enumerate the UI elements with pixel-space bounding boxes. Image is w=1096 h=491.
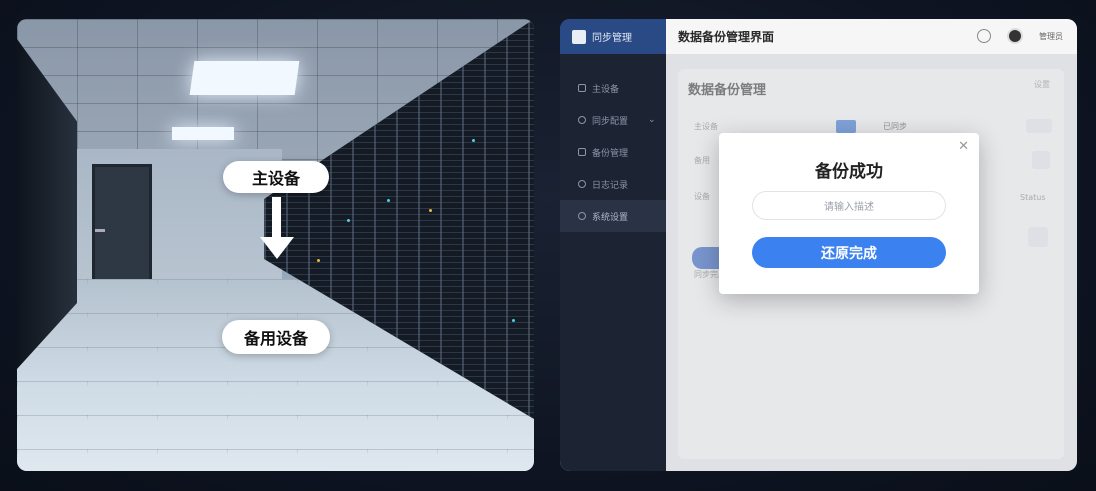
- user-icon[interactable]: [977, 29, 991, 43]
- down-arrow-head: [260, 237, 294, 259]
- sidebar-item-sync[interactable]: 同步配置 ⌄: [560, 104, 666, 136]
- door-handle: [95, 229, 105, 232]
- close-icon[interactable]: ✕: [958, 139, 969, 154]
- sidebar-item-label: 系统设置: [592, 212, 629, 223]
- primary-device-label: 主设备: [223, 161, 329, 193]
- settings-icon: [578, 212, 586, 220]
- sidebar-brand: 同步管理: [560, 19, 666, 54]
- top-bar: 数据备份管理界面 管理员: [666, 19, 1077, 54]
- brand-name: 同步管理: [592, 33, 632, 44]
- status-led-icon: [512, 319, 515, 322]
- user-name[interactable]: 管理员: [1039, 31, 1063, 42]
- door: [92, 164, 152, 282]
- sidebar: 同步管理 主设备 同步配置 ⌄ 备份管理 日志记录 系统设置: [560, 19, 666, 471]
- sidebar-item-logs[interactable]: 日志记录: [560, 168, 666, 200]
- app-window: 同步管理 主设备 同步配置 ⌄ 备份管理 日志记录 系统设置 数据备份管理界面 …: [560, 19, 1077, 471]
- sidebar-item-settings[interactable]: 系统设置: [560, 200, 666, 232]
- dialog-title: 备份成功: [815, 162, 883, 182]
- down-arrow-icon: [272, 197, 281, 239]
- status-led-icon: [472, 139, 475, 142]
- status-led-icon: [317, 259, 320, 262]
- backup-icon: [578, 148, 586, 156]
- sidebar-item-primary-device[interactable]: 主设备: [560, 72, 666, 104]
- success-dialog: ✕ 备份成功 请输入描述 还原完成: [719, 133, 979, 294]
- backup-device-label: 备用设备: [222, 320, 330, 354]
- logo-icon: [572, 29, 586, 44]
- chevron-down-icon: ⌄: [648, 115, 656, 125]
- log-icon: [578, 180, 586, 188]
- page-title: 数据备份管理界面: [678, 30, 775, 44]
- description-input[interactable]: 请输入描述: [752, 191, 946, 220]
- ceiling-light: [172, 127, 234, 140]
- status-led-icon: [347, 219, 350, 222]
- restore-complete-button[interactable]: 还原完成: [752, 237, 946, 268]
- sidebar-item-label: 同步配置: [592, 116, 629, 127]
- sync-icon: [578, 116, 586, 124]
- sidebar-item-backup[interactable]: 备份管理: [560, 136, 666, 168]
- server-room-photo: 主设备 备用设备: [17, 19, 534, 471]
- server-icon: [578, 84, 586, 92]
- status-led-icon: [429, 209, 432, 212]
- sidebar-item-label: 日志记录: [592, 180, 629, 191]
- avatar[interactable]: [1007, 28, 1023, 44]
- sidebar-item-label: 备份管理: [592, 148, 629, 159]
- status-led-icon: [387, 199, 390, 202]
- sidebar-item-label: 主设备: [592, 84, 620, 95]
- ceiling-light: [189, 61, 300, 95]
